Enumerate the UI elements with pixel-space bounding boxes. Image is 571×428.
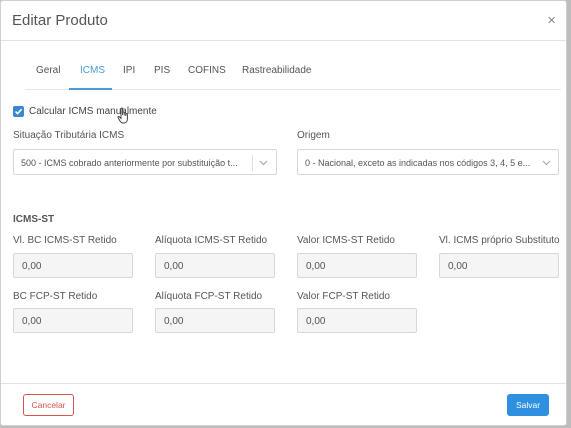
situacao-select[interactable]: 500 - ICMS cobrado anteriormente por sub… (13, 149, 277, 175)
chevron-down-icon (259, 160, 268, 166)
vl-icms-proprio-input[interactable]: 0,00 (439, 253, 559, 278)
icms-st-section-title: ICMS-ST (13, 214, 55, 225)
origem-select[interactable]: 0 - Nacional, exceto as indicadas nos có… (297, 149, 559, 175)
tab-pis[interactable]: PIS (154, 65, 170, 76)
manual-icms-checkbox[interactable] (13, 106, 24, 117)
tab-geral[interactable]: Geral (36, 65, 60, 76)
valor-icms-st-input[interactable]: 0,00 (297, 253, 417, 278)
bc-fcp-st-input[interactable]: 0,00 (13, 308, 133, 333)
hand-cursor-icon (117, 107, 128, 124)
select-separator (252, 155, 253, 171)
field-label-vl-icms-proprio: Vl. ICMS próprio Substituto (439, 235, 560, 246)
modal-footer (1, 383, 566, 425)
field-label-valor-fcp-st: Valor FCP-ST Retido (297, 291, 390, 302)
situacao-label: Situação Tributária ICMS (13, 130, 125, 141)
active-tab-indicator (69, 88, 112, 90)
origem-label: Origem (297, 130, 330, 141)
modal-title: Editar Produto (12, 12, 108, 29)
origem-value: 0 - Nacional, exceto as indicadas nos có… (305, 158, 531, 168)
cancel-button[interactable]: Cancelar (23, 394, 74, 416)
field-label-bc-fcp-st: BC FCP-ST Retido (13, 291, 98, 302)
tab-cofins[interactable]: COFINS (188, 65, 226, 76)
field-label-valor-icms-st: Valor ICMS-ST Retido (297, 235, 395, 246)
field-label-vl-bc-icms-st: Vl. BC ICMS-ST Retido (13, 235, 117, 246)
close-icon[interactable]: × (547, 12, 556, 29)
modal-header: Editar Produto × (1, 1, 566, 41)
field-label-aliquota-icms-st: Alíquota ICMS-ST Retido (155, 235, 268, 246)
valor-fcp-st-input[interactable]: 0,00 (297, 308, 417, 333)
save-button[interactable]: Salvar (507, 394, 549, 416)
situacao-value: 500 - ICMS cobrado anteriormente por sub… (21, 158, 238, 168)
aliquota-icms-st-input[interactable]: 0,00 (155, 253, 275, 278)
manual-icms-label[interactable]: Calcular ICMS manualmente (29, 106, 157, 117)
check-icon (14, 108, 23, 115)
chevron-down-icon (542, 160, 551, 166)
tab-ipi[interactable]: IPI (123, 65, 135, 76)
tab-icms[interactable]: ICMS (80, 65, 105, 76)
close-button[interactable]: × (547, 12, 556, 29)
edit-product-modal: Editar Produto × Geral ICMS IPI PIS COFI… (0, 0, 567, 426)
aliquota-fcp-st-input[interactable]: 0,00 (155, 308, 275, 333)
field-label-aliquota-fcp-st: Alíquota FCP-ST Retido (155, 291, 263, 302)
vl-bc-icms-st-input[interactable]: 0,00 (13, 253, 133, 278)
tab-rastreabilidade[interactable]: Rastreabilidade (242, 65, 312, 76)
